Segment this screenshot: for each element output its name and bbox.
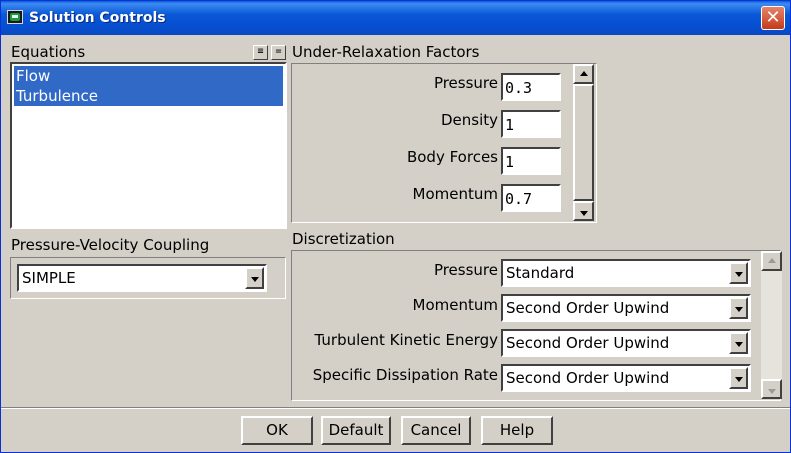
ok-button[interactable]: OK <box>241 416 313 445</box>
disc-momentum-label: Momentum <box>412 296 498 314</box>
disc-pressure-select[interactable]: Standard <box>501 259 751 287</box>
urf-body-forces-label: Body Forces <box>406 148 498 166</box>
urf-scrollbar[interactable] <box>573 64 594 221</box>
deselect-all-button[interactable]: = <box>271 45 286 60</box>
chevron-down-icon <box>768 389 776 394</box>
disc-tke-select[interactable]: Second Order Upwind <box>501 329 751 357</box>
disc-sdr-label: Specific Dissipation Rate <box>312 366 498 384</box>
chevron-down-icon <box>251 277 259 282</box>
urf-scroll-up-button[interactable] <box>573 64 594 84</box>
deselect-all-icon: = <box>275 46 282 57</box>
disc-pressure-dropdown-button[interactable] <box>729 262 748 284</box>
discretization-scrollbar[interactable] <box>761 251 782 399</box>
disc-momentum-value: Second Order Upwind <box>506 299 670 317</box>
urf-momentum-label: Momentum <box>412 185 498 203</box>
footer-separator <box>1 407 790 409</box>
urf-body-forces-input[interactable]: 1 <box>501 147 561 175</box>
chevron-down-icon <box>735 307 743 312</box>
coupling-label: Pressure-Velocity Coupling <box>11 236 210 254</box>
urf-scroll-down-button[interactable] <box>573 201 594 221</box>
fluent-app-icon <box>7 10 23 24</box>
chevron-up-icon <box>768 258 776 263</box>
chevron-up-icon <box>580 71 588 76</box>
urf-pressure-label: Pressure <box>433 74 498 92</box>
cancel-button[interactable]: Cancel <box>401 416 471 445</box>
chevron-down-icon <box>735 377 743 382</box>
disc-scroll-up-button[interactable] <box>761 251 782 271</box>
chevron-down-icon <box>735 272 743 277</box>
list-item-turbulence[interactable]: Turbulence <box>14 86 283 106</box>
disc-tke-label: Turbulent Kinetic Energy <box>314 331 498 349</box>
disc-sdr-value: Second Order Upwind <box>506 369 670 387</box>
select-all-button[interactable]: ≡ <box>253 45 268 60</box>
coupling-dropdown-button[interactable] <box>245 267 264 289</box>
disc-sdr-select[interactable]: Second Order Upwind <box>501 364 751 392</box>
urf-label: Under-Relaxation Factors <box>292 43 480 61</box>
discretization-label: Discretization <box>292 230 395 248</box>
disc-scroll-down-button[interactable] <box>761 379 782 399</box>
help-button[interactable]: Help <box>481 416 553 445</box>
close-icon: ✕ <box>765 7 781 28</box>
disc-momentum-select[interactable]: Second Order Upwind <box>501 294 751 322</box>
solution-controls-dialog: Solution Controls ✕ Equations ≡ = Flow T… <box>0 0 791 453</box>
disc-tke-value: Second Order Upwind <box>506 334 670 352</box>
chevron-down-icon <box>580 211 588 216</box>
disc-sdr-dropdown-button[interactable] <box>729 367 748 389</box>
disc-pressure-value: Standard <box>506 264 575 282</box>
select-all-icon: ≡ <box>257 46 264 57</box>
coupling-value: SIMPLE <box>22 269 76 287</box>
disc-pressure-label: Pressure <box>433 261 498 279</box>
urf-density-label: Density <box>440 111 498 129</box>
list-item-flow[interactable]: Flow <box>14 66 283 86</box>
urf-momentum-input[interactable]: 0.7 <box>501 184 561 212</box>
urf-density-input[interactable]: 1 <box>501 110 561 138</box>
chevron-down-icon <box>735 342 743 347</box>
disc-tke-dropdown-button[interactable] <box>729 332 748 354</box>
urf-scroll-thumb[interactable] <box>573 84 594 201</box>
urf-pressure-input[interactable]: 0.3 <box>501 73 561 101</box>
equations-list[interactable]: Flow Turbulence <box>10 62 287 229</box>
title-bar[interactable]: Solution Controls ✕ <box>1 1 790 35</box>
window-title: Solution Controls <box>29 10 166 26</box>
equations-label: Equations <box>11 43 86 61</box>
disc-momentum-dropdown-button[interactable] <box>729 297 748 319</box>
default-button[interactable]: Default <box>321 416 391 445</box>
close-button[interactable]: ✕ <box>761 6 785 30</box>
coupling-select[interactable]: SIMPLE <box>17 264 267 292</box>
